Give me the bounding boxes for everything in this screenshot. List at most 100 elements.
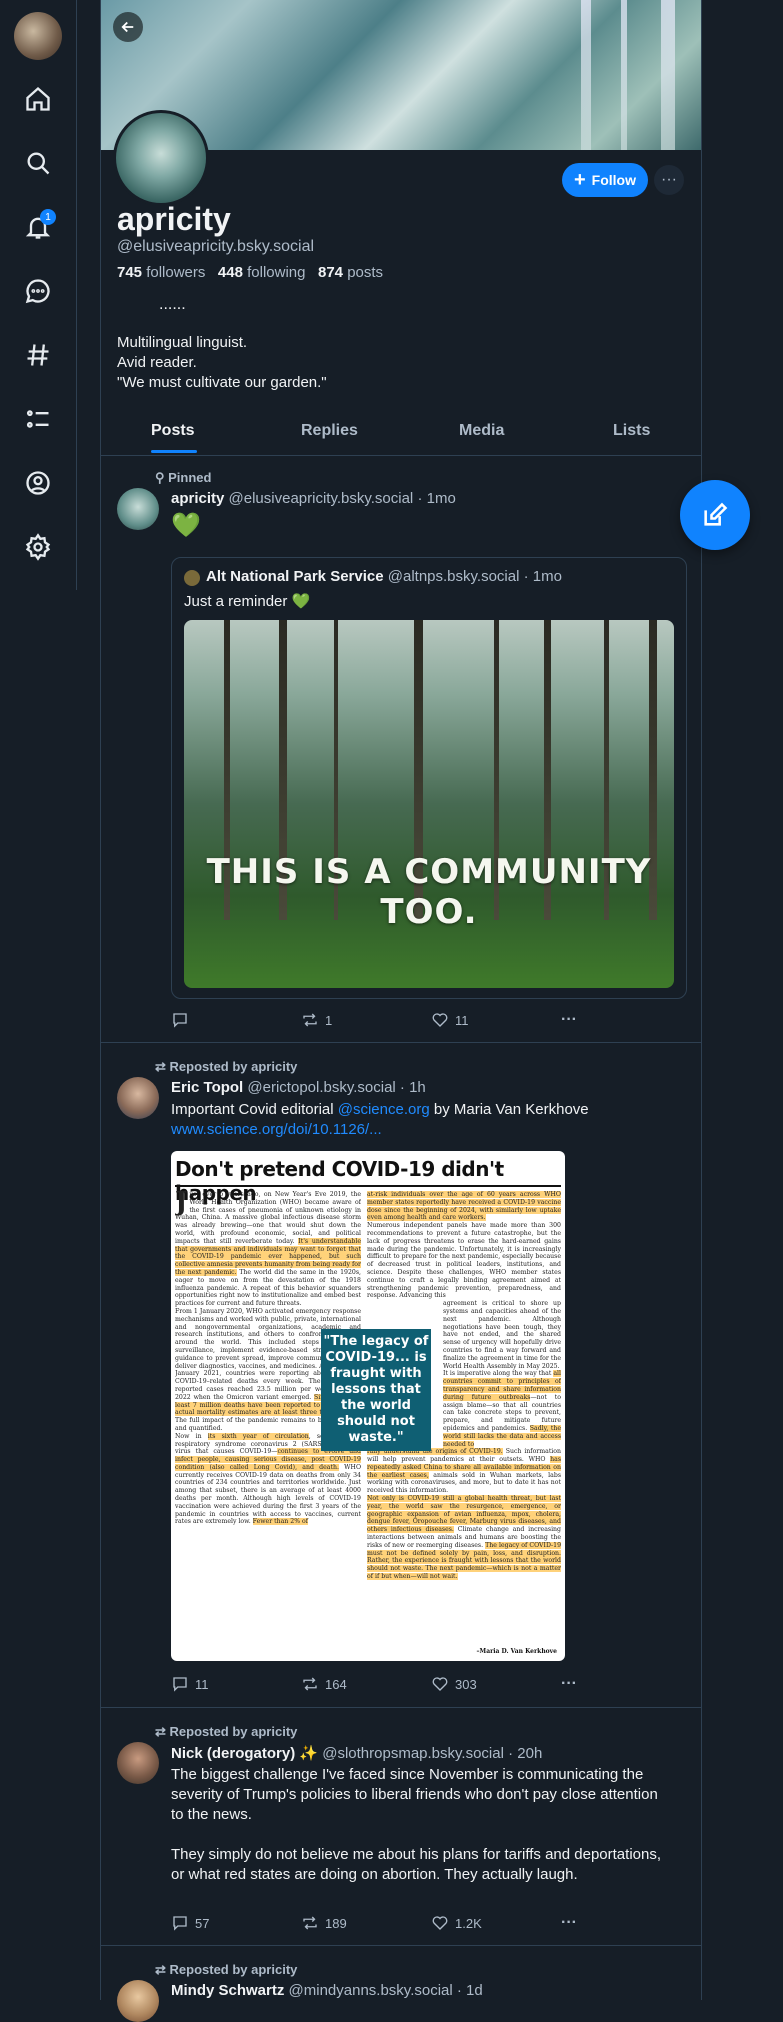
follow-label: Follow	[591, 172, 636, 188]
compose-icon	[704, 502, 728, 526]
post-context: ⇄ Reposted by apricity	[155, 1724, 298, 1739]
profile-tabs: Posts Replies Media Lists	[101, 410, 701, 456]
tab-replies[interactable]: Replies	[301, 422, 358, 440]
post-context: ⚲ Pinned	[155, 470, 212, 485]
notification-badge: 1	[40, 209, 56, 225]
follow-button[interactable]: + Follow	[562, 163, 648, 197]
repost-small-icon: ⇄	[155, 1724, 170, 1739]
repost-icon	[303, 1916, 317, 1930]
user-avatar[interactable]	[14, 12, 62, 60]
like-button[interactable]: 11	[431, 1011, 469, 1029]
heart-icon	[432, 1677, 448, 1691]
reply-button[interactable]: 57	[171, 1914, 209, 1932]
pin-icon: ⚲	[155, 470, 169, 485]
post-actions: 1 11 ···	[171, 1011, 591, 1031]
display-name: apricity	[117, 201, 231, 237]
bio-dots: ......	[159, 296, 186, 313]
feed-post[interactable]: ⇄ Reposted by apricity Nick (derogatory)…	[101, 1708, 701, 1946]
reply-button[interactable]	[171, 1011, 195, 1029]
hashtag-icon[interactable]	[22, 339, 54, 371]
reply-icon	[173, 1677, 187, 1692]
more-icon: ···	[561, 1914, 577, 1931]
sparkle-icon: ✨	[299, 1745, 319, 1762]
article-signature: –Maria D. Van Kerkhove	[476, 1648, 557, 1655]
home-icon[interactable]	[22, 83, 54, 115]
left-nav: 1	[0, 0, 77, 590]
posts-label: posts	[347, 264, 384, 281]
post-text: Important Covid editorial @science.org b…	[171, 1101, 589, 1138]
post-more-button[interactable]: ···	[561, 1914, 577, 1932]
reply-icon	[173, 1916, 187, 1931]
feed-post[interactable]: ⚲ Pinned apricity @elusiveapricity.bsky.…	[101, 456, 701, 1043]
quoted-author: Alt National Park Service @altnps.bsky.s…	[206, 568, 562, 585]
profile-column: + Follow ··· apricity @elusiveapricity.b…	[100, 0, 702, 2022]
post-author-avatar[interactable]	[117, 1980, 159, 2022]
more-icon: ···	[561, 1675, 577, 1692]
like-button[interactable]: 303	[431, 1675, 477, 1693]
settings-icon[interactable]	[22, 531, 54, 563]
followers-count[interactable]: 745	[117, 264, 142, 281]
profile-bio: Multilingual linguist. Avid reader. "We …	[117, 334, 327, 391]
more-icon: ···	[561, 1011, 577, 1028]
quoted-author-avatar	[184, 570, 200, 586]
profile-icon[interactable]	[22, 467, 54, 499]
following-label[interactable]: following	[247, 264, 305, 281]
profile-avatar[interactable]	[113, 110, 209, 206]
post-context: ⇄ Reposted by apricity	[155, 1962, 298, 1977]
pull-quote: "The legacy of COVID-19... is fraught wi…	[321, 1329, 431, 1451]
post-context: ⇄ Reposted by apricity	[155, 1059, 298, 1074]
post-actions: 57 189 1.2K ···	[171, 1914, 591, 1934]
repost-button[interactable]: 1	[301, 1011, 332, 1029]
search-icon[interactable]	[22, 147, 54, 179]
active-tab-indicator	[151, 450, 197, 453]
post-author-avatar[interactable]	[117, 1077, 159, 1119]
post-author[interactable]: Mindy Schwartz @mindyanns.bsky.social · …	[171, 1982, 483, 1999]
mention-link[interactable]: @science.org	[338, 1101, 430, 1118]
repost-button[interactable]: 189	[301, 1914, 347, 1932]
repost-icon	[303, 1013, 317, 1027]
list-icon[interactable]	[22, 403, 54, 435]
back-button[interactable]	[113, 12, 143, 42]
heart-icon	[432, 1916, 448, 1930]
image-caption: THIS IS A COMMUNITY TOO.	[206, 852, 652, 932]
tab-lists[interactable]: Lists	[613, 422, 650, 440]
chat-icon[interactable]	[22, 275, 54, 307]
posts-count: 874	[318, 264, 344, 281]
post-author[interactable]: apricity @elusiveapricity.bsky.social · …	[171, 490, 456, 507]
feed-post[interactable]: ⇄ Reposted by apricity Eric Topol @erict…	[101, 1043, 701, 1708]
post-author-avatar[interactable]	[117, 1742, 159, 1784]
post-text: The biggest challenge I've faced since N…	[171, 1766, 661, 1883]
article-link[interactable]: www.science.org/doi/10.1126/...	[171, 1121, 382, 1138]
post-author[interactable]: Eric Topol @erictopol.bsky.social · 1h	[171, 1079, 426, 1096]
tab-posts[interactable]: Posts	[151, 422, 195, 440]
heart-icon	[432, 1013, 448, 1027]
plus-icon: +	[573, 169, 586, 191]
profile-stats: 745 followers 448 following 874 posts	[117, 264, 383, 281]
profile-handle: @elusiveapricity.bsky.social	[117, 238, 315, 255]
reply-icon	[173, 1013, 187, 1028]
post-author[interactable]: Nick (derogatory) ✨ @slothropsmap.bsky.s…	[171, 1744, 542, 1762]
bell-icon[interactable]: 1	[22, 209, 56, 243]
post-actions: 11 164 303 ···	[171, 1675, 591, 1695]
article-image[interactable]: Don't pretend COVID-19 didn't happen Jus…	[171, 1151, 565, 1661]
forest-image[interactable]: THIS IS A COMMUNITY TOO.	[184, 620, 674, 988]
quoted-text: Just a reminder 💚	[184, 593, 311, 610]
repost-small-icon: ⇄	[155, 1059, 170, 1074]
post-author-avatar[interactable]	[117, 488, 159, 530]
compose-button[interactable]	[680, 480, 750, 550]
arrow-left-icon	[121, 21, 134, 33]
quoted-post[interactable]: Alt National Park Service @altnps.bsky.s…	[171, 557, 687, 999]
repost-icon	[303, 1677, 317, 1691]
tab-media[interactable]: Media	[459, 422, 504, 440]
post-text: 💚	[171, 512, 201, 539]
post-more-button[interactable]: ···	[561, 1675, 577, 1693]
repost-button[interactable]: 164	[301, 1675, 347, 1693]
like-button[interactable]: 1.2K	[431, 1914, 482, 1932]
repost-small-icon: ⇄	[155, 1962, 170, 1977]
reply-button[interactable]: 11	[171, 1675, 209, 1693]
followers-label[interactable]: followers	[146, 264, 205, 281]
following-count[interactable]: 448	[218, 264, 243, 281]
feed-post[interactable]: ⇄ Reposted by apricity Mindy Schwartz @m…	[101, 1946, 701, 2022]
post-more-button[interactable]: ···	[561, 1011, 577, 1029]
more-options-button[interactable]: ···	[654, 165, 684, 195]
